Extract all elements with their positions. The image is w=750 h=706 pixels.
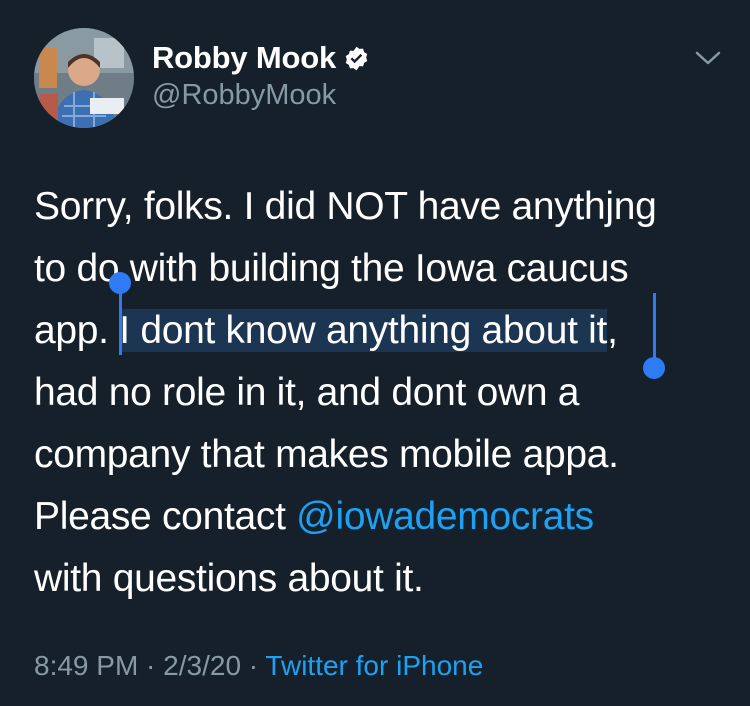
tweet-line: with questions about it. (34, 557, 424, 600)
avatar[interactable] (34, 28, 134, 128)
tweet-source-link[interactable]: Twitter for iPhone (265, 650, 483, 681)
author-name-row: Robby Mook (152, 40, 370, 76)
meta-separator: · (241, 650, 266, 681)
tweet-meta: 8:49 PM · 2/3/20 · Twitter for iPhone (34, 650, 483, 682)
tweet-line: app. I dont know anything about it, (34, 300, 714, 362)
author-handle[interactable]: @RobbyMook (152, 79, 336, 112)
tweet-line: company that makes mobile appa. (34, 433, 619, 476)
tweet-line: Please contact @iowademocrats (34, 486, 714, 548)
tweet-text-segment: Please contact (34, 495, 297, 538)
author-name[interactable]: Robby Mook (152, 40, 336, 76)
selection-start-handle[interactable] (109, 272, 131, 294)
tweet-card: Robby Mook @RobbyMook Sorry, folks. I di… (0, 0, 750, 706)
tweet-line: to do with building the Iowa caucus (34, 247, 629, 290)
tweet-time[interactable]: 8:49 PM (34, 650, 138, 681)
tweet-text: Sorry, folks. I did NOT have anythjng to… (34, 176, 714, 610)
tweet-line: Sorry, folks. I did NOT have anythjng (34, 185, 657, 228)
tweet-text-segment: , (607, 309, 618, 352)
tweet-text-segment: app. (34, 309, 120, 352)
avatar-image (34, 28, 134, 128)
mention-link[interactable]: @iowademocrats (296, 495, 594, 538)
tweet-date[interactable]: 2/3/20 (163, 650, 241, 681)
selected-text[interactable]: I dont know anything about it (119, 309, 607, 352)
chevron-down-icon[interactable] (693, 47, 723, 69)
verified-badge-icon (343, 45, 370, 72)
meta-separator: · (138, 650, 164, 681)
selection-end-handle-bar[interactable] (653, 293, 656, 363)
tweet-line: had no role in it, and dont own a (34, 371, 580, 414)
selection-end-handle[interactable] (643, 357, 665, 379)
